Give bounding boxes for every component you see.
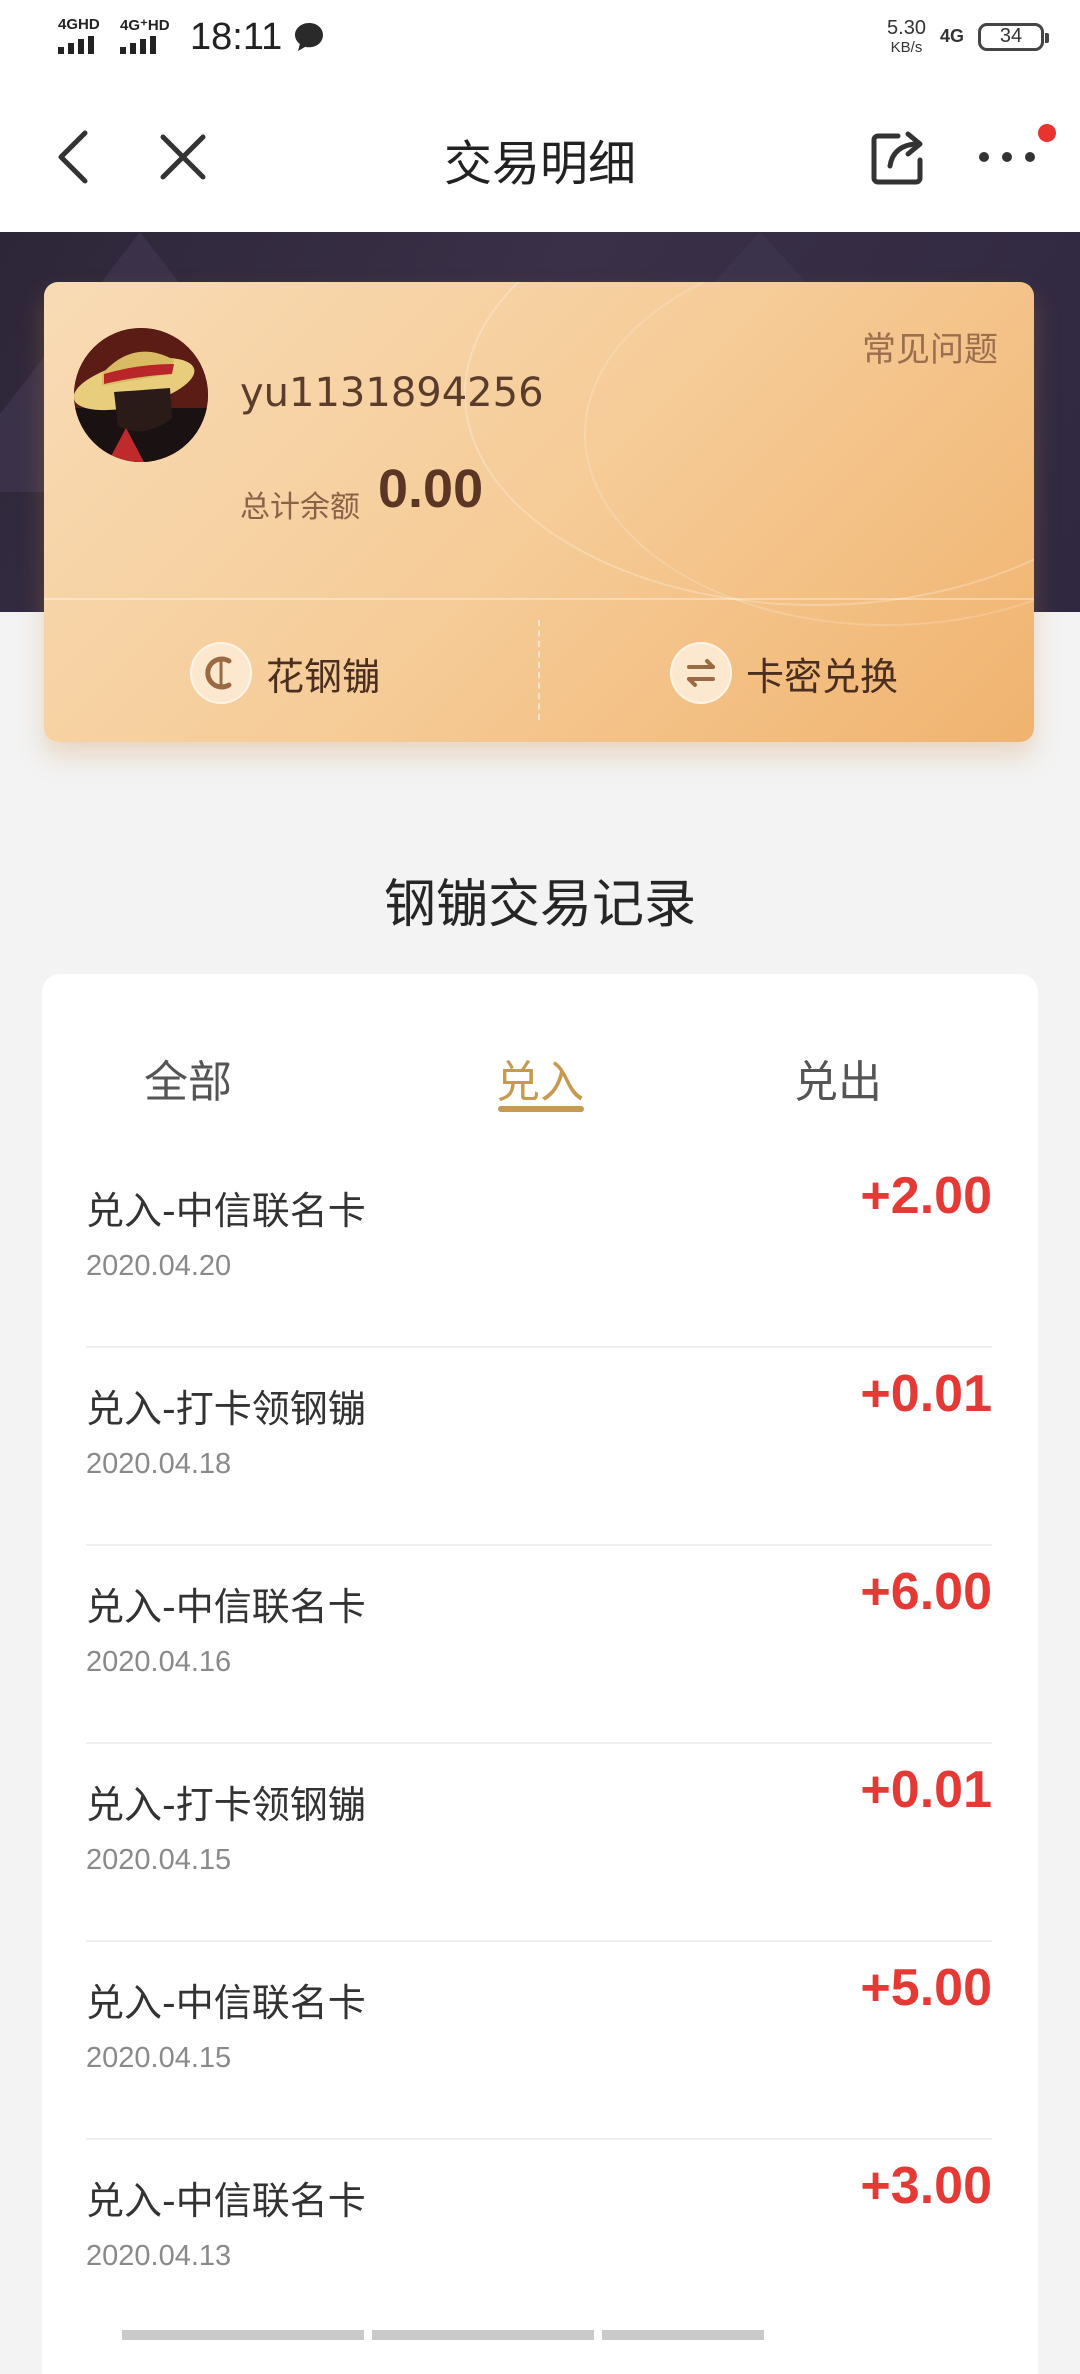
spend-coins-button[interactable]: 花钢镚 bbox=[190, 640, 380, 706]
more-dots-icon[interactable] bbox=[972, 122, 1042, 192]
card-redeem-button[interactable]: 卡密兑换 bbox=[670, 640, 898, 706]
card-divider bbox=[44, 598, 1034, 600]
transaction-amount: +0.01 bbox=[860, 1365, 992, 1423]
card-vertical-divider bbox=[538, 620, 540, 720]
tab-income[interactable]: 兑入 bbox=[440, 1046, 640, 1110]
status-bar: 4GHD 4G⁺HD 18:11 5.30 KB/s 4G 34 bbox=[0, 0, 1080, 84]
transaction-title: 兑入-中信联名卡 bbox=[86, 1585, 366, 1629]
network-type: 4G bbox=[939, 26, 964, 46]
section-title: 钢镚交易记录 bbox=[383, 875, 696, 935]
coin-icon bbox=[190, 642, 252, 704]
records-panel: 全部 兑入 兑出 兑入-中信联名卡 2020.04.20 +2.00 兑入-打卡… bbox=[42, 974, 1038, 2374]
balance-value: 0.00 bbox=[378, 459, 484, 519]
signal-icon: 4GHD bbox=[58, 14, 116, 60]
card-redeem-label: 卡密兑换 bbox=[746, 654, 899, 699]
transaction-row[interactable]: 兑入-中信联名卡 2020.04.13 +3.00 bbox=[86, 2140, 992, 2338]
transaction-row[interactable]: 兑入-打卡领钢镚 2020.04.18 +0.01 bbox=[86, 1348, 992, 1546]
battery-level: 34 bbox=[999, 25, 1023, 47]
battery-icon: 34 bbox=[978, 22, 1049, 51]
transaction-amount: +2.00 bbox=[860, 1167, 992, 1225]
transaction-title: 兑入-中信联名卡 bbox=[86, 1189, 366, 1233]
transaction-title: 兑入-打卡领钢镚 bbox=[86, 1387, 366, 1431]
network-speed: 5.30 KB/s bbox=[887, 18, 926, 55]
transaction-row[interactable]: 兑入-中信联名卡 2020.04.16 +6.00 bbox=[86, 1546, 992, 1744]
transaction-date: 2020.04.15 bbox=[86, 2042, 232, 2074]
status-time: 18:11 bbox=[190, 15, 283, 58]
transaction-date: 2020.04.18 bbox=[86, 1448, 232, 1480]
transaction-title: 兑入-中信联名卡 bbox=[86, 1981, 366, 2025]
transaction-date: 2020.04.20 bbox=[86, 1250, 232, 1282]
share-icon[interactable] bbox=[864, 122, 934, 192]
record-tabs: 全部 兑入 兑出 bbox=[42, 974, 1038, 1150]
network-speed-unit: KB/s bbox=[890, 39, 923, 56]
balance-label: 总计余额 bbox=[240, 490, 360, 525]
transaction-amount: +3.00 bbox=[860, 2157, 992, 2215]
transaction-date: 2020.04.16 bbox=[86, 1646, 232, 1678]
username: yu1131894256 bbox=[240, 370, 544, 416]
signal-label: 4G⁺HD bbox=[120, 17, 170, 34]
transaction-amount: +0.01 bbox=[860, 1761, 992, 1819]
account-card: yu1131894256 常见问题 总计余额 0.00 花钢镚 卡密兑换 bbox=[44, 282, 1034, 742]
status-left: 4GHD 4G⁺HD 18:11 bbox=[58, 14, 326, 60]
transaction-row[interactable]: 兑入-打卡领钢镚 2020.04.15 +0.01 bbox=[86, 1744, 992, 1942]
transaction-row[interactable]: 兑入-中信联名卡 2020.04.20 +2.00 bbox=[86, 1150, 992, 1348]
transaction-amount: +6.00 bbox=[860, 1563, 992, 1621]
transaction-date: 2020.04.13 bbox=[86, 2240, 232, 2272]
signal-label: 4GHD bbox=[58, 16, 100, 33]
chat-bubble-icon bbox=[292, 20, 326, 54]
tab-all[interactable]: 全部 bbox=[88, 1046, 288, 1110]
exchange-icon bbox=[670, 642, 732, 704]
transaction-title: 兑入-打卡领钢镚 bbox=[86, 1783, 366, 1827]
spend-coins-label: 花钢镚 bbox=[266, 654, 381, 699]
notification-dot bbox=[1038, 124, 1056, 142]
transaction-row[interactable]: 兑入-中信联名卡 2020.04.15 +5.00 bbox=[86, 1942, 992, 2140]
avatar[interactable] bbox=[74, 328, 208, 462]
transaction-amount: +5.00 bbox=[860, 1959, 992, 2017]
network-speed-value: 5.30 bbox=[887, 17, 926, 39]
transaction-title: 兑入-中信联名卡 bbox=[86, 2179, 366, 2223]
bottom-placeholder-bars bbox=[122, 2330, 772, 2340]
signal-icon: 4G⁺HD bbox=[120, 14, 178, 60]
tab-outgoing[interactable]: 兑出 bbox=[738, 1046, 938, 1110]
nav-bar: 交易明细 bbox=[0, 84, 1080, 232]
status-right: 5.30 KB/s 4G 34 bbox=[887, 18, 1049, 55]
faq-link[interactable]: 常见问题 bbox=[862, 322, 998, 371]
transaction-date: 2020.04.15 bbox=[86, 1844, 232, 1876]
active-tab-indicator bbox=[498, 1106, 584, 1112]
